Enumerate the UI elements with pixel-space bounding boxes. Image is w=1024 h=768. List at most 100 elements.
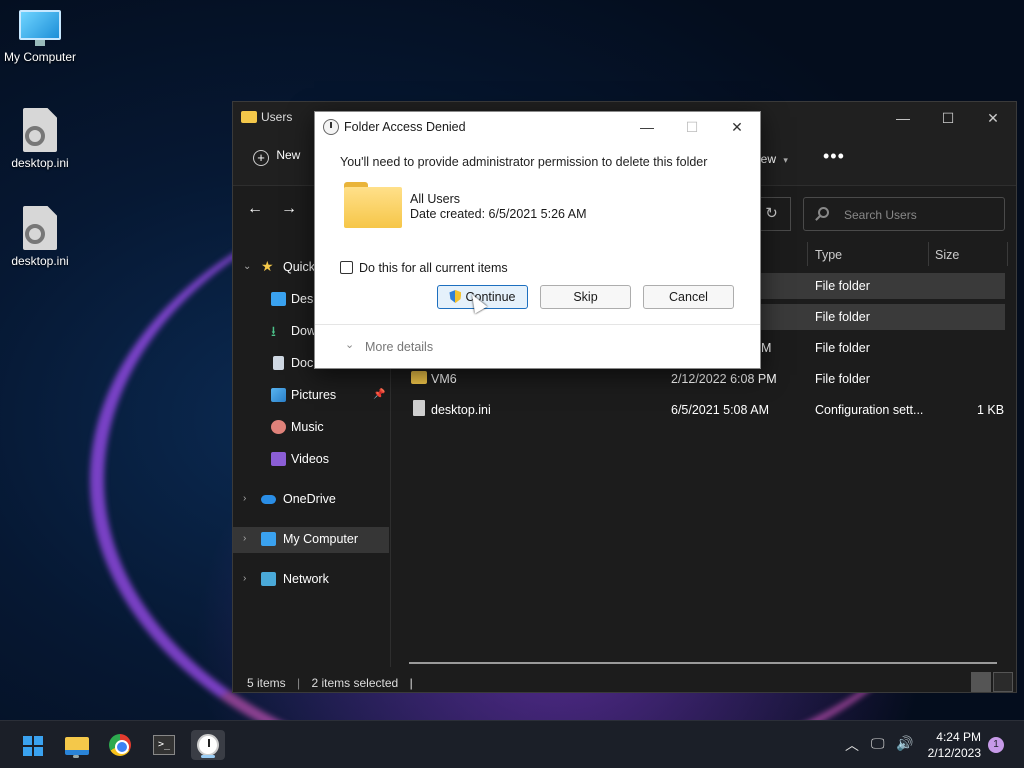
- start-button[interactable]: [15, 730, 49, 760]
- clock-icon: [323, 119, 339, 135]
- nav-label: OneDrive: [283, 492, 336, 506]
- status-bar: 5 items | 2 items selected |: [247, 676, 413, 690]
- file-type: File folder: [815, 341, 870, 355]
- download-icon: ⭳: [271, 323, 276, 339]
- chevron-down-icon: ⌄: [345, 339, 355, 351]
- minimize-button[interactable]: —: [625, 116, 669, 138]
- nav-item-videos[interactable]: Videos: [233, 447, 389, 473]
- tiles-view-icon[interactable]: [993, 672, 1013, 692]
- maximize-button[interactable]: ☐: [928, 107, 968, 129]
- nav-item-my-computer[interactable]: › My Computer: [233, 527, 389, 553]
- videos-icon: [271, 452, 286, 466]
- view-button[interactable]: iew ▾: [758, 152, 788, 166]
- new-label: New: [276, 148, 301, 162]
- chevron-down-icon: ⌄: [243, 261, 252, 272]
- taskbar-time[interactable]: 4:24 PM: [935, 730, 981, 744]
- file-type: File folder: [815, 372, 870, 386]
- column-separator[interactable]: [1007, 242, 1008, 266]
- folder-icon: [344, 182, 402, 228]
- apply-all-label[interactable]: Do this for all current items: [359, 261, 508, 275]
- column-header-size[interactable]: Size: [935, 248, 959, 262]
- close-button[interactable]: ✕: [973, 107, 1013, 129]
- folder-access-denied-dialog: Folder Access Denied — ☐ ✕ You'll need t…: [314, 111, 761, 369]
- chevron-up-icon[interactable]: ︿: [845, 735, 859, 755]
- desktop-icon-desktop-ini-2[interactable]: desktop.ini: [0, 206, 80, 268]
- monitor-icon: [19, 10, 61, 46]
- file-row[interactable]: desktop.ini 6/5/2021 5:08 AM Configurati…: [409, 397, 1005, 423]
- settings-file-icon: [23, 206, 57, 250]
- clock-icon: [197, 734, 219, 756]
- chrome-icon: [109, 734, 131, 756]
- horizontal-scrollbar[interactable]: [409, 662, 997, 664]
- nav-label: Pictures: [291, 388, 337, 402]
- nav-label: Network: [283, 572, 329, 586]
- nav-item-music[interactable]: Music: [233, 415, 389, 441]
- chevron-down-icon: ▾: [783, 155, 788, 165]
- chevron-right-icon: ›: [243, 493, 247, 504]
- item-name: All Users: [410, 192, 461, 206]
- file-date: M: [761, 341, 772, 355]
- desktop-icon-my-computer[interactable]: My Computer: [0, 10, 80, 64]
- settings-file-icon: [413, 400, 425, 416]
- pictures-icon: [271, 388, 286, 402]
- desktop-icon-label: My Computer: [3, 50, 77, 64]
- taskbar-terminal[interactable]: >_: [147, 730, 181, 760]
- back-arrow-icon[interactable]: ←: [247, 200, 263, 218]
- folder-icon: [241, 111, 257, 123]
- taskbar-date[interactable]: 2/12/2023: [920, 746, 981, 760]
- notification-badge[interactable]: 1: [988, 737, 1004, 753]
- column-separator[interactable]: [807, 242, 808, 266]
- file-type: Configuration sett...: [815, 403, 924, 417]
- apply-all-checkbox[interactable]: [340, 261, 353, 274]
- close-button[interactable]: ✕: [715, 116, 759, 138]
- star-icon: ★: [261, 258, 274, 274]
- nav-label: My Computer: [283, 532, 359, 546]
- maximize-button: ☐: [685, 119, 699, 135]
- desktop-icon-label: desktop.ini: [11, 156, 69, 170]
- new-button[interactable]: + New: [253, 148, 300, 166]
- skip-button[interactable]: Skip: [540, 285, 631, 309]
- forward-arrow-icon[interactable]: →: [281, 200, 297, 218]
- desktop-icon-desktop-ini[interactable]: desktop.ini: [0, 108, 80, 170]
- file-name: VM6: [431, 372, 457, 386]
- cancel-button[interactable]: Cancel: [643, 285, 734, 309]
- nav-label: Quick: [283, 260, 315, 274]
- taskbar-file-explorer[interactable]: [59, 730, 93, 760]
- windows-logo-icon: [23, 736, 43, 756]
- pin-icon: 📌: [373, 389, 386, 400]
- file-date: 2/12/2022 6:08 PM: [671, 372, 777, 386]
- more-options-button[interactable]: •••: [823, 146, 845, 167]
- view-toggle: [969, 672, 1013, 695]
- file-date: 6/5/2021 5:08 AM: [671, 403, 769, 417]
- search-input[interactable]: Search Users: [803, 197, 1005, 231]
- file-type: File folder: [815, 310, 870, 324]
- desktop-icon-label: desktop.ini: [11, 254, 69, 268]
- nav-label: Music: [291, 420, 324, 434]
- more-details-toggle[interactable]: ⌄ More details: [315, 324, 760, 368]
- file-name: desktop.ini: [431, 403, 491, 417]
- settings-file-icon: [23, 108, 57, 152]
- network-icon: [261, 572, 276, 586]
- volume-icon[interactable]: 🔊: [896, 735, 913, 752]
- file-size: 1 KB: [977, 403, 1005, 417]
- column-separator[interactable]: [928, 242, 929, 266]
- nav-item-pictures[interactable]: Pictures 📌: [233, 383, 389, 409]
- nav-label: Videos: [291, 452, 329, 466]
- file-explorer-icon: [65, 737, 89, 755]
- nav-item-network[interactable]: › Network: [233, 567, 389, 593]
- network-status-icon[interactable]: 🖵: [871, 735, 885, 752]
- document-icon: [273, 356, 284, 370]
- details-view-icon[interactable]: [971, 672, 991, 692]
- folder-icon: [411, 371, 427, 384]
- desktop-icon: [271, 292, 286, 306]
- search-placeholder: Search Users: [844, 208, 917, 222]
- taskbar-chrome[interactable]: [103, 730, 137, 760]
- nav-item-onedrive[interactable]: › OneDrive: [233, 487, 389, 513]
- file-type: File folder: [815, 279, 870, 293]
- file-row[interactable]: VM6 2/12/2022 6:08 PM File folder: [409, 366, 1005, 392]
- column-header-type[interactable]: Type: [815, 248, 842, 262]
- search-icon: [818, 207, 829, 218]
- monitor-icon: [261, 532, 276, 546]
- taskbar-clock-app[interactable]: [191, 730, 225, 760]
- minimize-button[interactable]: —: [883, 107, 923, 129]
